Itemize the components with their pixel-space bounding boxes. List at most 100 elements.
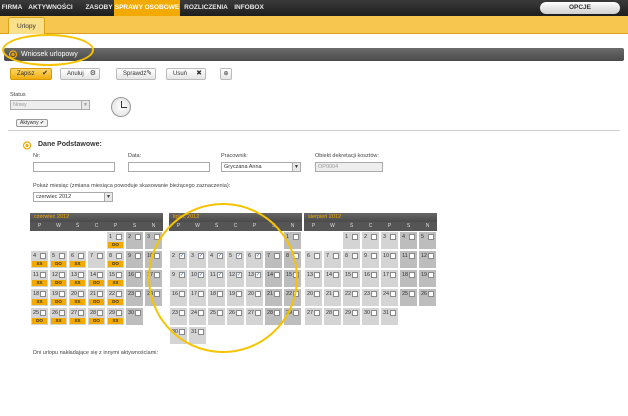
- day-checkbox[interactable]: [135, 253, 141, 259]
- day-checkbox[interactable]: [390, 234, 396, 240]
- day-checkbox[interactable]: [390, 253, 396, 259]
- day-checkbox[interactable]: [135, 310, 141, 316]
- day-checkbox[interactable]: [293, 310, 299, 316]
- day-checkbox[interactable]: [135, 272, 141, 278]
- day-checkbox[interactable]: [314, 291, 320, 297]
- day-checkbox[interactable]: [116, 234, 122, 240]
- day-cell: 21 DO: [87, 288, 106, 307]
- weekday-label: P: [387, 223, 392, 229]
- day-checkbox[interactable]: [116, 310, 122, 316]
- options-button[interactable]: OPCJE: [540, 2, 620, 14]
- day-checkbox[interactable]: [333, 310, 339, 316]
- cancel-button[interactable]: Anuluj ⚙: [60, 68, 100, 80]
- day-checkbox[interactable]: [390, 291, 396, 297]
- day-checkbox[interactable]: [116, 253, 122, 259]
- day-checkbox[interactable]: [409, 234, 415, 240]
- day-number: 5: [421, 234, 425, 240]
- weekday-label: W: [56, 223, 61, 229]
- day-checkbox[interactable]: [371, 253, 377, 259]
- day-checkbox[interactable]: [390, 310, 396, 316]
- day-checkbox[interactable]: [314, 253, 320, 259]
- day-checkbox[interactable]: [390, 272, 396, 278]
- day-tag: DO: [51, 299, 66, 305]
- day-checkbox[interactable]: [59, 272, 65, 278]
- day-checkbox[interactable]: [371, 234, 377, 240]
- day-checkbox[interactable]: [40, 310, 46, 316]
- tab-urlopy[interactable]: Urlopy: [8, 17, 45, 34]
- check-button[interactable]: Sprawdź ✎: [116, 68, 156, 80]
- nav-item-0[interactable]: FIRMA: [0, 0, 24, 16]
- day-cell: 30: [361, 307, 380, 326]
- day-checkbox[interactable]: [59, 310, 65, 316]
- day-checkbox[interactable]: [135, 291, 141, 297]
- day-checkbox[interactable]: [40, 253, 46, 259]
- day-checkbox[interactable]: [409, 272, 415, 278]
- day-checkbox[interactable]: [135, 234, 141, 240]
- day-cell: 30: [125, 307, 144, 326]
- day-checkbox[interactable]: [293, 234, 299, 240]
- day-checkbox[interactable]: [97, 310, 103, 316]
- day-checkbox[interactable]: [314, 310, 320, 316]
- status-select[interactable]: Nowy ▼: [10, 100, 90, 110]
- save-button[interactable]: Zapisz ✔: [10, 68, 52, 80]
- day-checkbox[interactable]: [116, 272, 122, 278]
- day-checkbox[interactable]: [78, 310, 84, 316]
- delete-button[interactable]: Usuń ✖: [166, 68, 206, 80]
- cost-object-input[interactable]: OP0004: [315, 162, 383, 172]
- active-button[interactable]: Aktywny ✔: [16, 119, 49, 127]
- day-checkbox[interactable]: [59, 291, 65, 297]
- day-checkbox[interactable]: [40, 272, 46, 278]
- day-checkbox[interactable]: [78, 291, 84, 297]
- month-select[interactable]: czerwiec 2012 ▼: [33, 192, 113, 202]
- day-checkbox[interactable]: [371, 291, 377, 297]
- day-tag: XX: [32, 261, 47, 267]
- day-checkbox[interactable]: [371, 310, 377, 316]
- day-number: 9: [364, 253, 368, 259]
- day-number: 8: [109, 253, 113, 259]
- day-checkbox[interactable]: [59, 253, 65, 259]
- nr-input[interactable]: [33, 162, 115, 172]
- nav-item-5[interactable]: INFOBOX: [232, 0, 266, 16]
- nav-item-2[interactable]: ZASOBY: [84, 0, 114, 16]
- day-number: 19: [421, 272, 428, 278]
- day-checkbox[interactable]: [428, 253, 434, 259]
- day-checkbox[interactable]: [352, 291, 358, 297]
- day-checkbox[interactable]: [352, 272, 358, 278]
- day-checkbox[interactable]: [333, 253, 339, 259]
- day-checkbox[interactable]: [409, 291, 415, 297]
- day-checkbox[interactable]: [409, 253, 415, 259]
- nav-item-1[interactable]: AKTYWNOŚCI: [25, 0, 76, 16]
- day-checkbox[interactable]: [428, 272, 434, 278]
- day-checkbox[interactable]: [371, 272, 377, 278]
- day-checkbox[interactable]: [116, 291, 122, 297]
- day-checkbox[interactable]: [97, 253, 103, 259]
- empty-cell: [87, 231, 106, 250]
- day-cell: 16: [125, 269, 144, 288]
- day-checkbox[interactable]: [428, 234, 434, 240]
- nav-item-4[interactable]: ROZLICZENIA: [180, 0, 232, 16]
- day-cell: 11 XX: [30, 269, 49, 288]
- day-checkbox[interactable]: [352, 234, 358, 240]
- day-tag: XX: [70, 261, 85, 267]
- day-checkbox[interactable]: [97, 272, 103, 278]
- day-checkbox[interactable]: [314, 272, 320, 278]
- day-checkbox[interactable]: [352, 253, 358, 259]
- nav-item-3[interactable]: SPRAWY OSOBOWE: [114, 0, 180, 16]
- day-checkbox[interactable]: [97, 291, 103, 297]
- day-checkbox[interactable]: [40, 291, 46, 297]
- day-checkbox[interactable]: [333, 272, 339, 278]
- employee-select[interactable]: Gryczana Anna ▼: [221, 162, 301, 172]
- day-checkbox[interactable]: [78, 253, 84, 259]
- day-number: 22: [345, 291, 352, 297]
- day-checkbox[interactable]: [78, 272, 84, 278]
- day-number: 28: [90, 310, 97, 316]
- day-checkbox[interactable]: [428, 291, 434, 297]
- day-checkbox[interactable]: [352, 310, 358, 316]
- day-cell: 23: [361, 288, 380, 307]
- day-checkbox[interactable]: [333, 291, 339, 297]
- day-tag: XX: [32, 299, 47, 305]
- add-button[interactable]: ⊕: [220, 68, 232, 80]
- date-input[interactable]: [128, 162, 210, 172]
- day-number: 31: [383, 310, 390, 316]
- day-cell: 26 XX: [49, 307, 68, 326]
